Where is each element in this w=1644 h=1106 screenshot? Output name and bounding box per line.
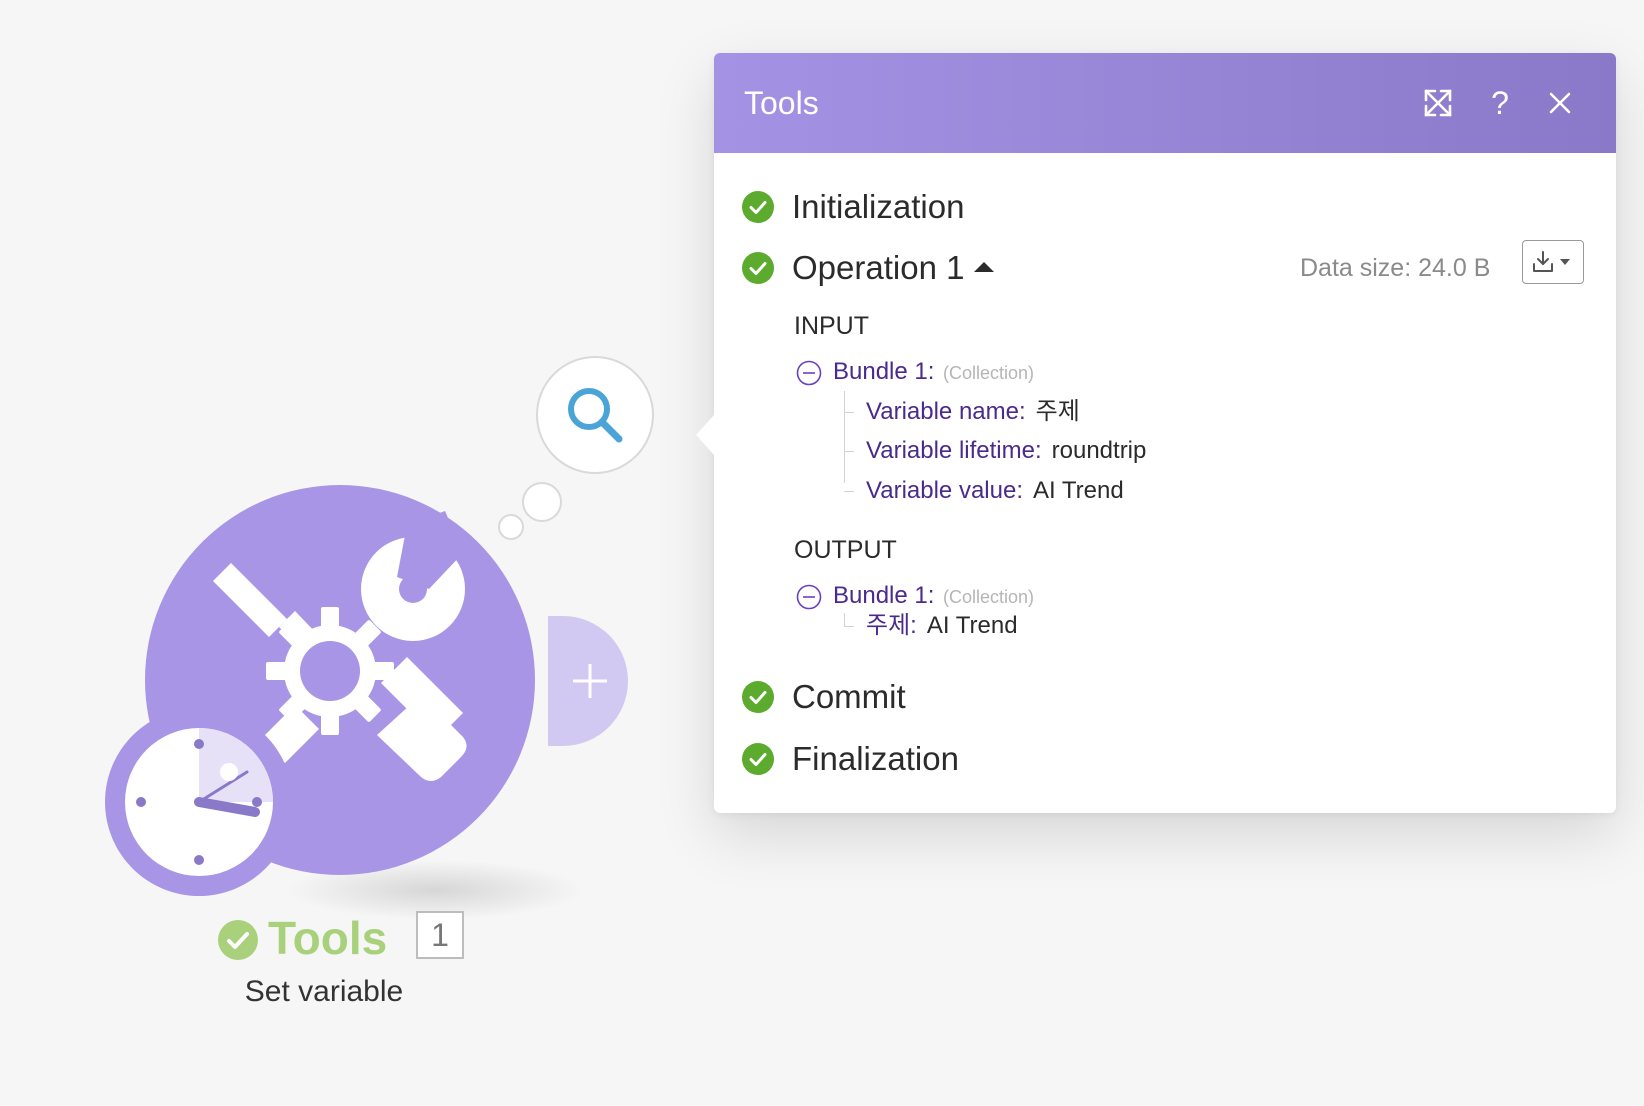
expand-icon <box>1424 89 1452 117</box>
thought-bubble-medium <box>522 482 562 522</box>
collapse-icon[interactable] <box>796 360 822 386</box>
tree-tick <box>844 626 854 627</box>
output-bundle-label: Bundle 1: <box>833 582 935 609</box>
output-bundle-type: (Collection) <box>943 587 1035 607</box>
input-section-title: INPUT <box>794 312 869 340</box>
phase-operation-label: Operation 1 <box>792 249 965 286</box>
output-section-title: OUTPUT <box>794 536 897 564</box>
panel-header: Tools ? <box>714 53 1616 153</box>
field-key: Variable value: AI Trend <box>866 477 1124 504</box>
download-icon <box>1533 251 1570 272</box>
phase-finalization-label: Finalization <box>792 740 959 777</box>
schedule-badge[interactable] <box>105 708 293 896</box>
execution-inspector-panel: Tools ? Initialization Operation 1 Data … <box>696 53 1616 813</box>
input-bundle-label: Bundle 1: <box>833 358 935 385</box>
module-title: Tools <box>268 912 388 964</box>
help-icon: ? <box>1491 85 1509 121</box>
add-module-button[interactable] <box>548 616 628 746</box>
phase-commit-label: Commit <box>792 678 906 715</box>
check-icon <box>742 743 774 775</box>
tree-line <box>844 613 845 627</box>
inspect-output-button[interactable] <box>536 356 654 474</box>
expand-button[interactable] <box>1420 85 1456 121</box>
caret-down-icon <box>1560 259 1570 265</box>
field-value: AI Trend <box>1032 477 1124 504</box>
data-size-label: Data size: 24.0 B <box>1300 254 1491 282</box>
field-key: Variable name: 주제 <box>866 398 1080 425</box>
plus-icon <box>573 664 607 698</box>
field-key: Variable lifetime: roundtrip <box>866 437 1147 464</box>
check-icon <box>218 920 258 960</box>
close-icon <box>1549 92 1571 114</box>
module-subtitle: Set variable <box>244 975 404 1008</box>
help-button[interactable]: ? <box>1482 85 1518 121</box>
tree-tick <box>844 491 854 492</box>
field-key: 주제: AI Trend <box>866 612 1018 639</box>
check-icon <box>742 252 774 284</box>
clock-icon <box>125 728 273 876</box>
field-value: roundtrip <box>1051 437 1147 464</box>
search-icon <box>568 388 623 443</box>
check-icon <box>742 681 774 713</box>
tools-module-node: Tools 1 Set variable <box>100 356 660 1070</box>
panel-pointer <box>696 415 714 455</box>
download-button[interactable] <box>1522 240 1584 284</box>
run-count-badge[interactable]: 1 <box>416 911 464 959</box>
caret-up-icon <box>974 262 994 272</box>
close-button[interactable] <box>1542 85 1578 121</box>
module-label: Tools 1 <box>100 908 660 968</box>
check-icon <box>742 191 774 223</box>
field-value: 주제 <box>1035 398 1080 425</box>
collapse-icon[interactable] <box>796 584 822 610</box>
phase-initialization-label: Initialization <box>792 188 965 225</box>
field-value: AI Trend <box>926 612 1018 639</box>
tree-tick <box>844 451 854 452</box>
tree-tick <box>844 412 854 413</box>
thought-bubble-small <box>498 514 524 540</box>
panel-title: Tools <box>744 85 819 121</box>
tree-line <box>844 391 845 483</box>
input-bundle-type: (Collection) <box>943 363 1035 383</box>
